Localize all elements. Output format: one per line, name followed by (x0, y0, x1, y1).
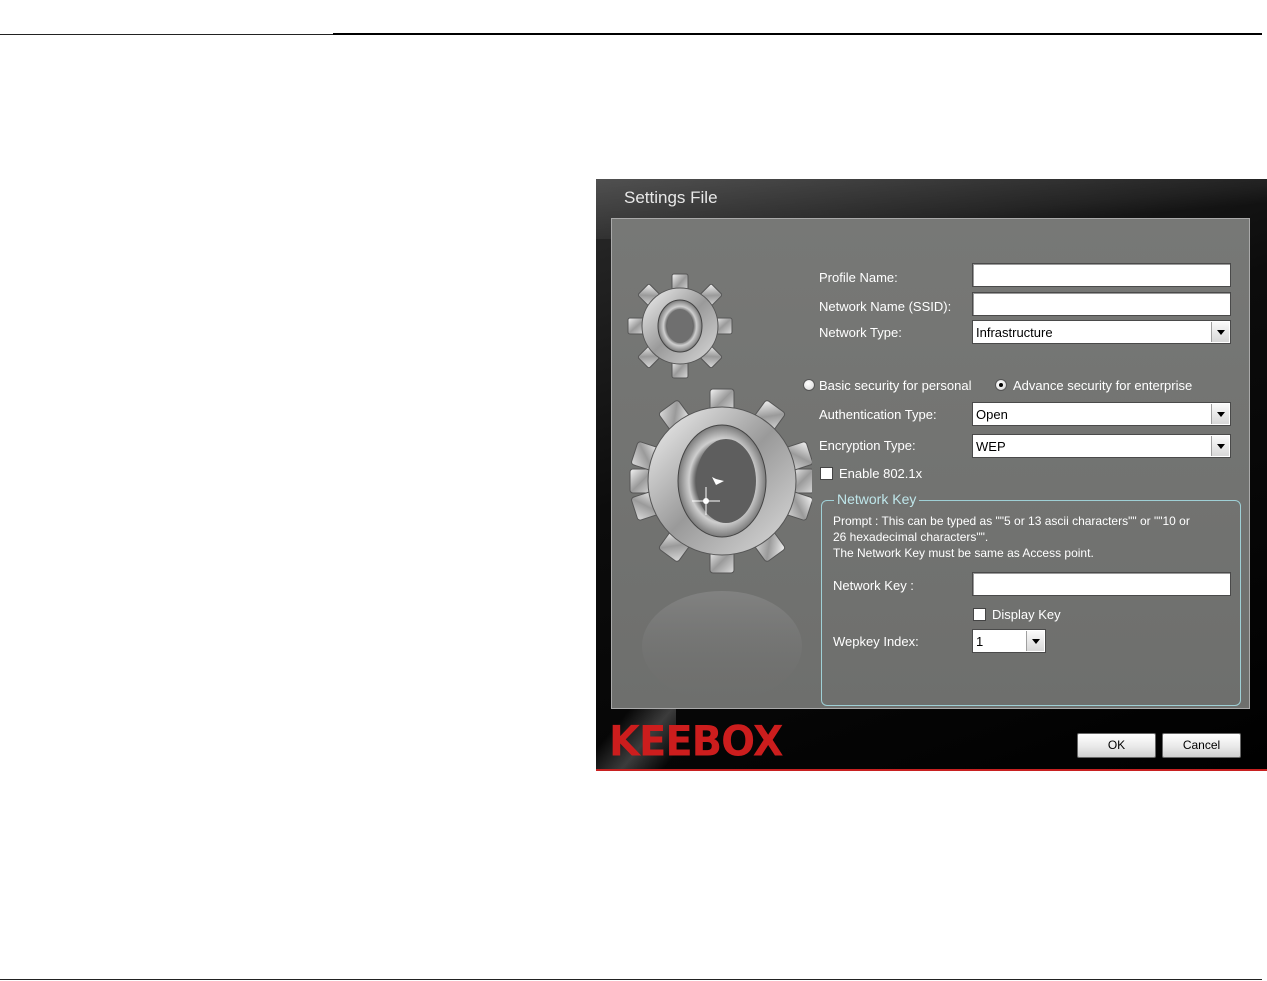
radio-basic-security[interactable] (803, 379, 815, 391)
ssid-field[interactable] (972, 292, 1231, 316)
network-key-input[interactable] (973, 573, 1230, 595)
page-top-rule-thick (333, 33, 1262, 35)
ssid-label: Network Name (SSID): (819, 299, 952, 314)
auth-type-value: Open (976, 407, 1008, 422)
settings-file-dialog: Settings File Profile Name: Network Name… (596, 179, 1267, 771)
small-gear-icon (627, 273, 733, 379)
settings-panel: Profile Name: Network Name (SSID): Netwo… (611, 218, 1250, 709)
network-key-prompt: Prompt : This can be typed as ""5 or 13 … (833, 513, 1233, 561)
enable-8021x-checkbox[interactable] (820, 467, 833, 480)
cancel-button[interactable]: Cancel (1162, 733, 1241, 758)
large-gear-icon (629, 388, 812, 574)
network-key-field[interactable] (972, 572, 1231, 596)
profile-name-label: Profile Name: (819, 270, 898, 285)
encryption-type-value: WEP (976, 439, 1006, 454)
network-key-legend: Network Key (834, 491, 920, 507)
wepkey-index-select[interactable]: 1 (972, 629, 1046, 653)
keebox-logo: KEEBOX (609, 717, 784, 767)
page-bottom-rule (0, 979, 1262, 980)
network-type-value: Infrastructure (976, 325, 1053, 340)
radio-advance-security[interactable] (995, 379, 1007, 391)
display-key-label: Display Key (992, 607, 1061, 622)
advance-security-label: Advance security for enterprise (1013, 378, 1193, 393)
prompt-line: The Network Key must be same as Access p… (833, 546, 1094, 560)
basic-security-label: Basic security for personal (819, 378, 972, 393)
chevron-down-icon[interactable] (1211, 436, 1229, 456)
enable-8021x-label: Enable 802.1x (839, 466, 923, 481)
ok-button[interactable]: OK (1077, 733, 1156, 758)
auth-type-select[interactable]: Open (972, 402, 1231, 426)
chevron-down-icon[interactable] (1211, 404, 1229, 424)
profile-name-input[interactable] (973, 264, 1230, 286)
bottom-accent-line (596, 769, 1267, 771)
wepkey-index-label: Wepkey Index: (833, 634, 919, 649)
prompt-line: 26 hexadecimal characters"". (833, 530, 989, 544)
chevron-down-icon[interactable] (1026, 631, 1044, 651)
display-key-checkbox[interactable] (973, 608, 986, 621)
encryption-type-label: Encryption Type: (819, 438, 916, 453)
profile-name-field[interactable] (972, 263, 1231, 287)
auth-type-label: Authentication Type: (819, 407, 937, 422)
gears-illustration (627, 273, 812, 701)
network-type-label: Network Type: (819, 325, 902, 340)
prompt-line: Prompt : This can be typed as ""5 or 13 … (833, 514, 1190, 528)
chevron-down-icon[interactable] (1211, 322, 1229, 342)
wepkey-index-value: 1 (976, 634, 984, 649)
network-key-label: Network Key : (833, 578, 914, 593)
network-type-select[interactable]: Infrastructure (972, 320, 1231, 344)
encryption-type-select[interactable]: WEP (972, 434, 1231, 458)
dialog-title: Settings File (624, 188, 718, 207)
ssid-input[interactable] (973, 293, 1230, 315)
